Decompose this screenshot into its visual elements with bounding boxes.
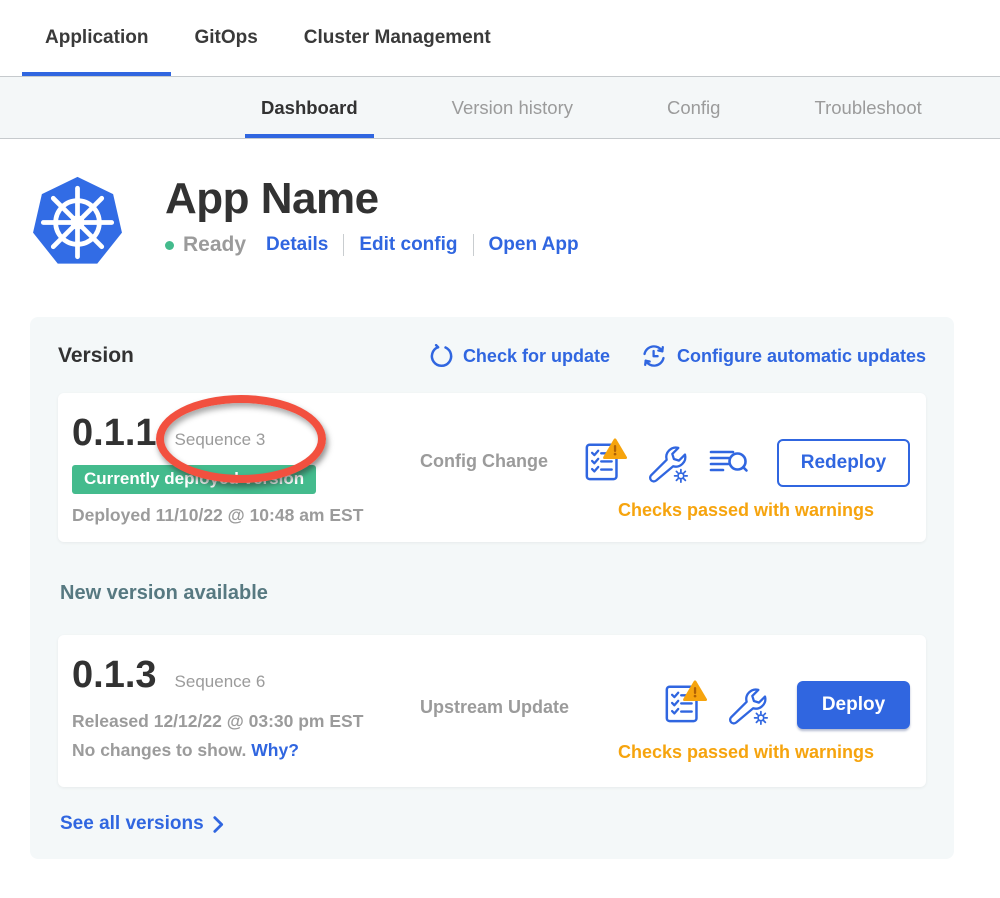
divider — [343, 234, 344, 256]
version-source-label: Config Change — [420, 411, 582, 526]
kubernetes-logo — [30, 175, 125, 270]
see-all-versions-label: See all versions — [60, 813, 204, 835]
check-for-update-label: Check for update — [463, 346, 610, 367]
version-panel-title: Version — [58, 344, 134, 368]
schedule-update-icon — [640, 343, 668, 369]
deployed-version-card: 0.1.1 Sequence 3 Currently deployed vers… — [58, 393, 926, 542]
configure-automatic-updates-link[interactable]: Configure automatic updates — [640, 343, 926, 369]
edit-config-link[interactable]: Edit config — [359, 234, 457, 256]
config-wrench-icon[interactable] — [647, 442, 689, 484]
view-files-icon[interactable] — [709, 447, 749, 479]
config-wrench-icon[interactable] — [727, 684, 769, 726]
top-nav: Application GitOps Cluster Management — [0, 0, 1000, 77]
tab-version-history[interactable]: Version history — [436, 77, 589, 138]
tab-dashboard[interactable]: Dashboard — [245, 77, 374, 138]
why-link[interactable]: Why? — [251, 740, 299, 760]
deployed-timestamp: Deployed 11/10/22 @ 10:48 am EST — [72, 505, 420, 526]
no-changes-text: No changes to show. — [72, 740, 246, 760]
version-number: 0.1.1 — [72, 411, 157, 455]
tab-troubleshoot[interactable]: Troubleshoot — [798, 77, 937, 138]
new-version-heading: New version available — [60, 582, 926, 605]
see-all-versions-link[interactable]: See all versions — [60, 813, 224, 835]
version-number: 0.1.3 — [72, 653, 157, 697]
chevron-right-icon — [213, 816, 224, 833]
redeploy-button[interactable]: Redeploy — [777, 439, 910, 487]
currently-deployed-badge: Currently deployed version — [72, 465, 316, 494]
refresh-icon — [429, 344, 454, 369]
warning-triangle-icon — [685, 682, 706, 700]
app-sub-nav: Dashboard Version history Config Trouble… — [0, 77, 1000, 139]
check-for-update-link[interactable]: Check for update — [429, 344, 610, 369]
preflight-checks-icon[interactable] — [583, 436, 627, 484]
tab-config[interactable]: Config — [651, 77, 736, 138]
released-timestamp: Released 12/12/22 @ 03:30 pm EST — [72, 711, 420, 732]
open-app-link[interactable]: Open App — [489, 234, 579, 256]
page-title: App Name — [165, 175, 579, 223]
details-link[interactable]: Details — [266, 234, 328, 256]
tab-gitops[interactable]: GitOps — [171, 0, 280, 76]
preflight-checks-icon[interactable] — [663, 678, 707, 726]
checks-status-text: Checks passed with warnings — [582, 500, 910, 521]
app-header: App Name Ready Details Edit config Open … — [0, 139, 1000, 270]
checks-status-text: Checks passed with warnings — [582, 742, 910, 763]
configure-automatic-updates-label: Configure automatic updates — [677, 346, 926, 367]
sequence-label: Sequence 3 — [175, 430, 266, 450]
tab-application[interactable]: Application — [22, 0, 171, 76]
available-version-card: 0.1.3 Sequence 6 Released 12/12/22 @ 03:… — [58, 635, 926, 787]
sequence-label: Sequence 6 — [175, 672, 266, 692]
status-dot — [165, 241, 174, 250]
divider — [473, 234, 474, 256]
tab-cluster-management[interactable]: Cluster Management — [281, 0, 514, 76]
warning-triangle-icon — [605, 440, 626, 458]
version-source-label: Upstream Update — [420, 653, 582, 763]
status-badge: Ready — [183, 233, 246, 257]
deploy-button[interactable]: Deploy — [797, 681, 910, 729]
version-panel: Version Check for update — [30, 317, 954, 859]
